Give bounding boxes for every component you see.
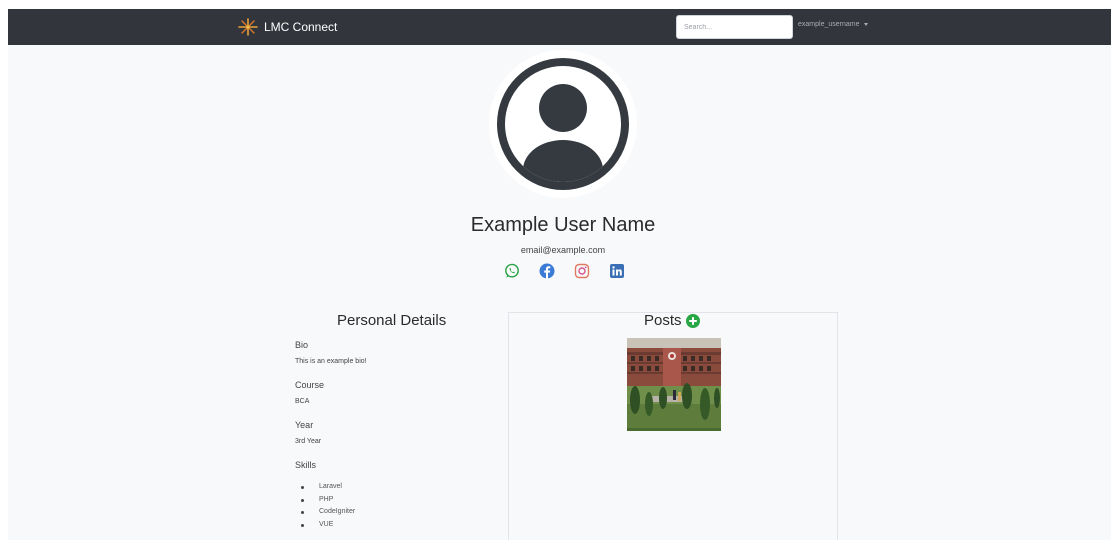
facebook-icon (539, 263, 554, 279)
skills-list: Laravel PHP CodeIgniter VUE (295, 481, 355, 532)
user-menu-dropdown[interactable]: example_username (798, 21, 869, 28)
course-value: BCA (295, 398, 310, 405)
post-thumbnail[interactable] (627, 338, 721, 431)
search-input[interactable] (676, 15, 793, 39)
posts-heading: Posts (644, 312, 700, 329)
profile-email: email@example.com (520, 245, 606, 255)
instagram-link[interactable] (573, 262, 590, 279)
year-section: Year 3rd Year (295, 420, 321, 445)
profile-avatar (489, 50, 637, 198)
campus-photo-image (627, 338, 721, 431)
page-frame: LMC Connect example_username Example Use… (8, 9, 1111, 540)
skill-item: Laravel (295, 481, 355, 494)
brand-link[interactable]: LMC Connect (237, 17, 337, 37)
facebook-link[interactable] (538, 262, 555, 279)
course-label: Course (295, 380, 325, 390)
course-section: Course BCA (295, 380, 324, 405)
bio-label: Bio (295, 340, 309, 350)
skill-item: PHP (295, 494, 355, 507)
caret-down-icon (864, 23, 869, 26)
skills-section: Skills (295, 460, 316, 470)
year-value: 3rd Year (295, 438, 322, 445)
personal-details-heading: Personal Details (337, 312, 447, 329)
linkedin-icon (609, 263, 624, 278)
navbar: LMC Connect example_username (8, 9, 1111, 45)
bio-value: This is an example bio! (295, 358, 367, 365)
whatsapp-icon (504, 263, 519, 278)
profile-name: Example User Name (470, 214, 656, 236)
skills-label: Skills (295, 460, 317, 470)
user-circle-icon (497, 58, 629, 190)
year-label: Year (295, 420, 314, 430)
bio-section: Bio This is an example bio! (295, 340, 367, 365)
whatsapp-link[interactable] (503, 262, 520, 279)
username-label: example_username (798, 21, 860, 28)
brand-name: LMC Connect (264, 20, 338, 34)
posts-title: Posts (644, 312, 682, 329)
skill-item: VUE (295, 519, 355, 532)
instagram-icon (574, 263, 589, 278)
add-post-button[interactable] (685, 313, 700, 328)
plus-circle-icon (685, 313, 700, 328)
skill-item: CodeIgniter (295, 506, 355, 519)
linkedin-link[interactable] (608, 262, 625, 279)
social-links (503, 262, 643, 279)
brand-logo-icon (238, 18, 258, 36)
